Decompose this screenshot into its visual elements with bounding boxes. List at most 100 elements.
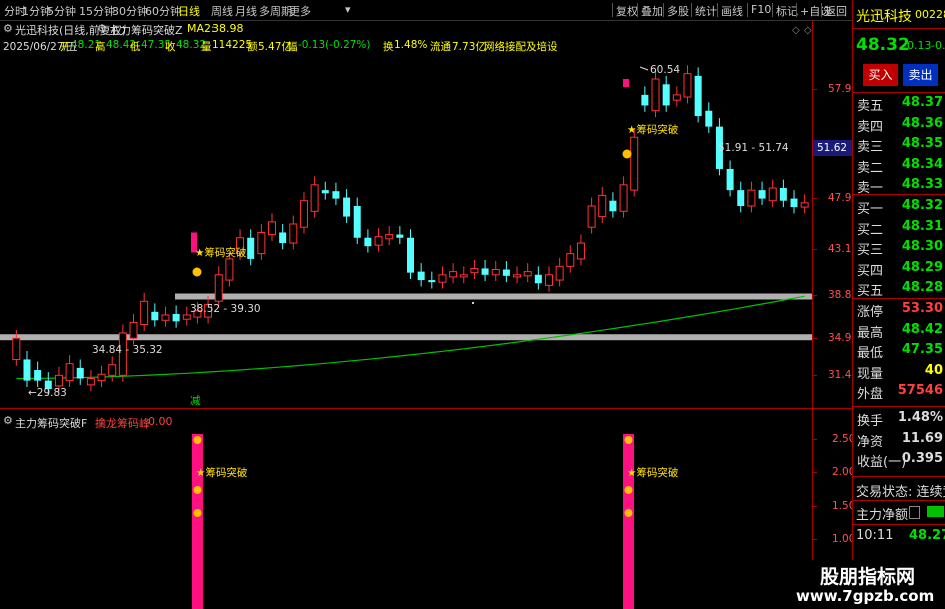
sub-gear-icon[interactable]: ⚙ [3,414,13,427]
toolbar-button-4[interactable]: 画线 [721,3,743,19]
quote-row-label: 买五 [857,284,884,299]
candle-body-up [619,184,628,212]
high-mark-arrow [639,66,649,71]
toolbar-button-0[interactable]: 复权 [616,3,638,19]
period-tab-6[interactable]: 日线 [178,3,200,19]
ma2-label: MA2: [187,22,215,35]
quote-row-label: 卖二 [857,160,884,176]
candle-body-down [481,268,489,275]
net-flow-bar [927,506,944,517]
toolbar-button-3[interactable]: 统计 [695,3,717,19]
candle-body-up [566,253,575,267]
price-change: -0.13 [903,39,932,52]
buy-button[interactable]: 买入 [863,64,898,86]
quote-row-label: 最低 [857,346,884,361]
candle-body-down [779,188,787,201]
toolbar-button-6[interactable]: 标记 [776,3,798,19]
chg-label: 幅 [287,41,298,53]
range-low-label: 34.84 - 35.32 [92,344,163,356]
candle-body-up [491,268,500,276]
price-pct: -0.27% [931,39,945,52]
price-marker-box: 51.62 [813,140,852,156]
candle-body-up [598,194,607,218]
quote-row-value: 40 [924,362,943,378]
candle-body-down [76,367,84,379]
candle-body-down [694,75,702,117]
candle-body-down [279,232,287,244]
candle-body-down [428,280,436,283]
quote-row-value: 47.35 [901,342,943,357]
candle-body-up [12,337,21,360]
toolbar-separator [612,3,613,17]
period-tab-3[interactable]: 15分钟 [79,3,115,19]
period-tab-7[interactable]: 周线 [211,3,233,19]
y-tick-mark [813,295,817,296]
candle-body-down [396,234,404,238]
rp-divider [853,406,945,407]
diamond-icon[interactable]: ◇ [792,25,800,36]
quote-row: 最高 48.42 [855,321,945,341]
candle-body-up [385,234,394,240]
quote-row: 收益(一) 0.395 [855,451,945,470]
candle-body-down [705,110,713,127]
signal-candle [623,79,629,88]
candle-body-up [513,274,522,278]
candle-body-up [672,94,681,101]
rp-divider [853,194,945,195]
candle-body-down [332,191,340,199]
toolbar-button-1[interactable]: 叠加 [641,3,663,19]
candle-body-up [470,267,479,274]
quote-row-value: 48.42 [901,321,943,337]
candle-body-up [299,200,308,228]
quote-row: 卖三 48.35 [855,136,945,155]
sub-panel-header: ⚙ 主力筹码突破F 擒龙筹码峰 0.00 [0,413,812,431]
sub-panel-label: 擒龙筹码峰 [95,417,150,430]
candle-body-up [651,78,660,112]
quote-row: 卖五 48.37 [855,95,945,114]
candle-body-up [310,184,319,212]
candle-body-up [449,271,458,278]
toolbar-separator [821,3,822,17]
sell-button[interactable]: 卖出 [903,64,938,86]
period-tab-8[interactable]: 月线 [235,3,257,19]
candle-body-up [587,205,596,228]
indicator-name[interactable]: 主力筹码突破Z [109,22,183,38]
diamond-icon-2[interactable]: ◇ [804,25,812,36]
watermark-url: www.7gpzb.com [796,587,935,605]
sector-label[interactable]: 网络接配及培设 [484,39,558,54]
candle-body-up [214,274,223,302]
period-tab-10[interactable]: 更多 [289,3,311,19]
quote-row: 买四 48.29 [855,260,945,279]
candle-body-up [544,274,553,286]
money-bag-icon [622,149,632,159]
period-toolbar: 分时 1分钟 5分钟 15分钟 30分钟 60分钟 日线 周线 月线 多周期 更多 ▾ 复权 叠加 多股 统计… [0,0,852,21]
period-tab-4[interactable]: 30分钟 [112,3,148,19]
quote-row: 最低 47.35 [855,342,945,361]
kline-chart[interactable]: 60.54 ←29.83 51.91 - 51.74 38.52 - 39.30 34.… [0,55,812,408]
quote-row-label: 换手 [857,414,884,429]
candle-body-down [151,311,159,321]
high-label: 高 [95,41,106,53]
sub-indicator-chart[interactable]: ★筹码突破 ★筹码突破 [0,430,812,609]
period-tab-5[interactable]: 60分钟 [145,3,181,19]
toolbar-button-5[interactable]: F10 [751,3,771,16]
quote-row-label: 卖四 [857,119,884,135]
candle-body-down [247,237,255,259]
quote-row-value: 48.28 [901,280,943,295]
candle-body-up [800,202,809,208]
quote-row-value: 48.34 [901,156,943,172]
period-tab-9[interactable]: 多周期 [259,3,292,19]
quote-row: 买五 48.28 [855,280,945,299]
more-dropdown-icon[interactable]: ▾ [345,3,351,16]
toolbar-button-2[interactable]: 多股 [667,3,689,19]
quote-row-value: 0.395 [901,451,943,466]
period-tab-2[interactable]: 5分钟 [47,3,76,19]
toolbar-button-8[interactable]: 返回 [825,3,847,19]
rp-divider [853,500,945,501]
candle-body-down [641,94,649,106]
net-flow-toggle-icon[interactable] [909,506,920,519]
sub-panel-title[interactable]: 主力筹码突破F [15,415,87,431]
indicator-gear-icon[interactable]: ⚙ [97,22,107,35]
settings-icon[interactable]: ⚙ [3,22,13,35]
quote-row-value: 48.36 [901,115,943,131]
